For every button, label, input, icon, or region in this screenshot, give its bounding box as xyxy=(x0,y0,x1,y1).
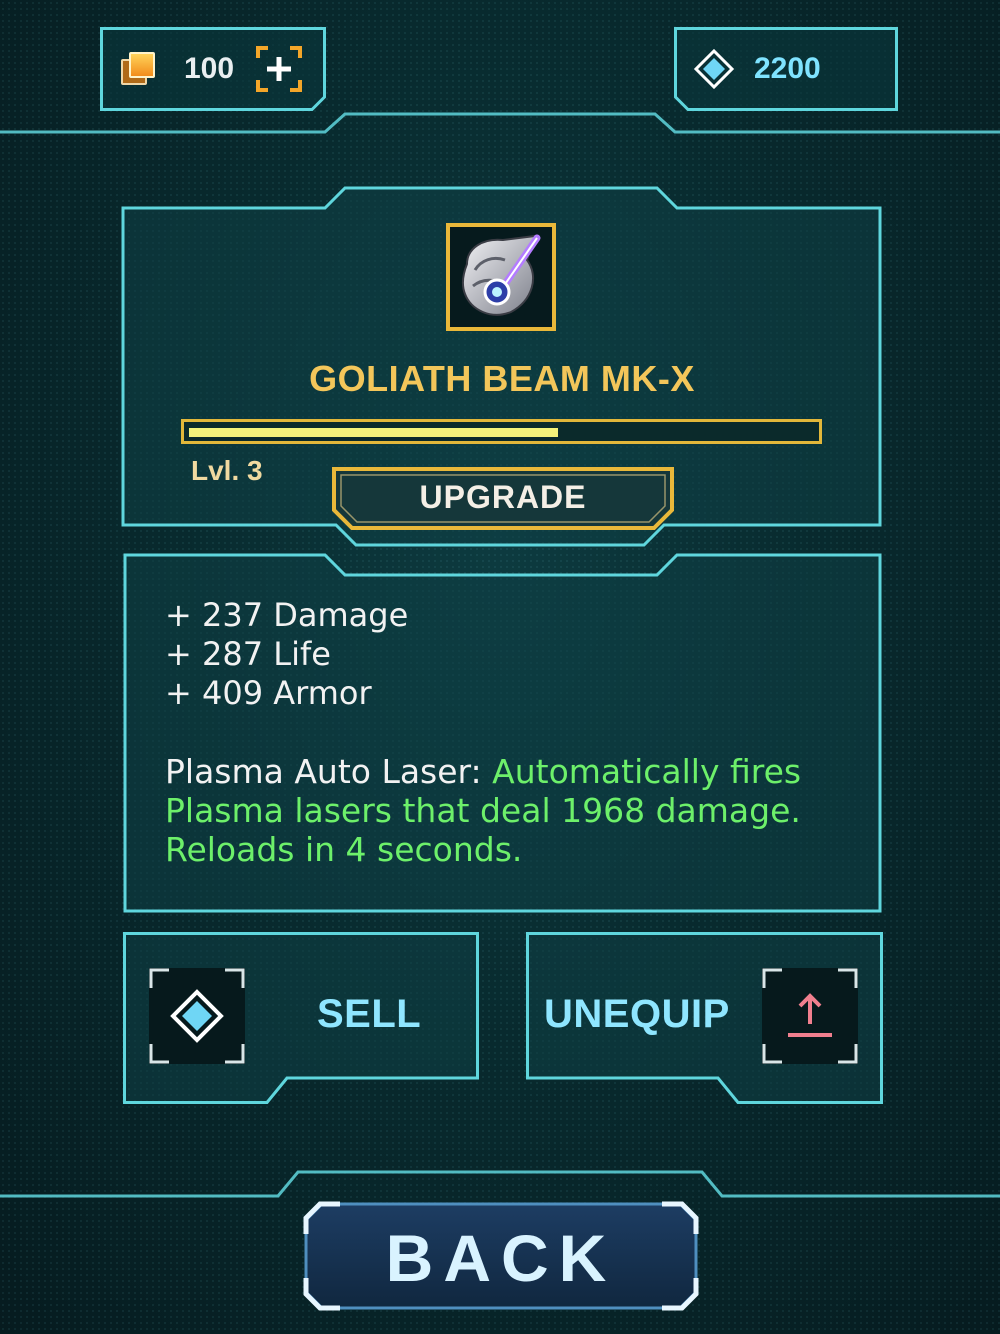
gems-value: 2200 xyxy=(754,52,821,85)
beam-weapon-icon xyxy=(461,234,541,316)
coins-counter: 100 xyxy=(100,27,326,111)
xp-progress-fill xyxy=(189,428,558,437)
item-level: Lvl. 3 xyxy=(191,455,263,486)
back-button[interactable]: BACK xyxy=(300,1198,702,1314)
stat-life: + 287 Life xyxy=(165,635,331,673)
back-label: BACK xyxy=(385,1221,617,1295)
sell-label: SELL xyxy=(317,992,422,1036)
xp-progress-bar xyxy=(181,419,822,444)
upgrade-label: UPGRADE xyxy=(419,478,587,515)
item-stats: + 237 Damage + 287 Life + 409 Armor xyxy=(165,596,408,713)
gems-counter: 2200 xyxy=(674,27,898,111)
diamond-icon xyxy=(149,968,245,1064)
coins-value: 100 xyxy=(184,52,235,85)
item-icon xyxy=(446,223,556,331)
sell-button[interactable]: SELL xyxy=(123,932,479,1104)
item-name: GOLIATH BEAM MK-X xyxy=(309,358,695,399)
unequip-label: UNEQUIP xyxy=(544,992,730,1036)
sell-icon-slot xyxy=(149,968,245,1064)
unequip-button[interactable]: UNEQUIP xyxy=(526,932,883,1104)
frame-outlines xyxy=(0,112,1000,1198)
ability-name: Plasma Auto Laser: xyxy=(165,752,482,791)
stat-damage: + 237 Damage xyxy=(165,596,409,634)
stat-armor: + 409 Armor xyxy=(165,674,372,712)
coins-icon xyxy=(118,49,158,89)
add-coins-icon[interactable] xyxy=(256,46,303,92)
upload-arrow-icon xyxy=(762,968,858,1064)
unequip-icon-slot xyxy=(762,968,858,1064)
diamond-icon xyxy=(694,49,734,89)
ability-text: Plasma Auto Laser: Automatically fires P… xyxy=(165,752,855,869)
upgrade-button[interactable]: UPGRADE xyxy=(331,466,675,530)
